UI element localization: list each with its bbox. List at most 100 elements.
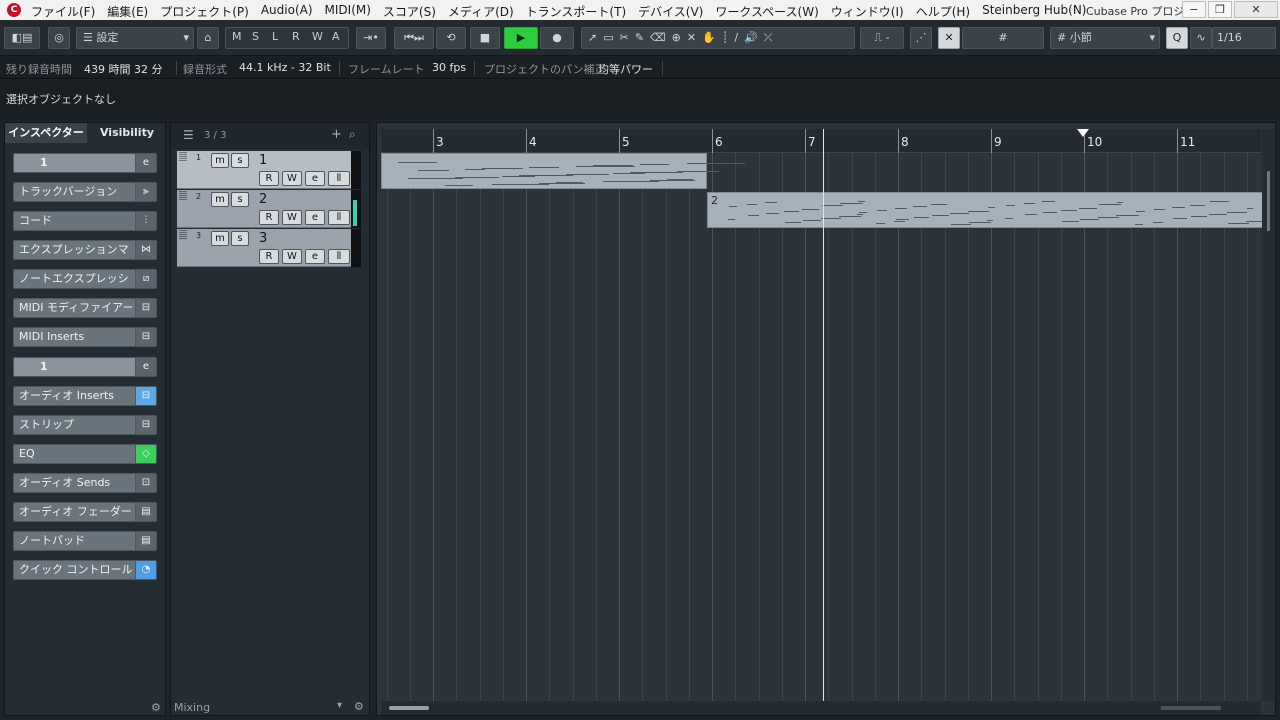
section-toggle-icon[interactable]: ◔ (135, 561, 156, 579)
menu-item-7[interactable]: トランスポート(T) (526, 3, 626, 20)
edit-instrument-button[interactable]: e (305, 171, 325, 186)
midi-part[interactable]: 2 (707, 192, 1269, 228)
inspector-section[interactable]: ノートパッド ▤ (13, 531, 157, 551)
midi-part[interactable] (381, 153, 745, 189)
locate-buttons[interactable]: ⏮⏭ (394, 27, 434, 49)
menu-item-1[interactable]: 編集(E) (107, 3, 148, 20)
write-automation-button[interactable]: W (282, 249, 302, 264)
record-button[interactable]: ● (540, 27, 574, 49)
write-automation-button[interactable]: W (282, 171, 302, 186)
mode-button-4[interactable]: W (312, 30, 323, 43)
inspector-track-name[interactable]: 1 e (13, 153, 157, 173)
auto-scroll-dropdown[interactable]: ⎍ - (860, 27, 904, 49)
write-automation-button[interactable]: W (282, 210, 302, 225)
cubase-logo-icon[interactable]: C (7, 3, 21, 17)
horizontal-scrollbar[interactable] (381, 701, 1261, 715)
inspector-section[interactable]: オーディオ Sends ⊡ (13, 473, 157, 493)
menu-item-8[interactable]: デバイス(V) (638, 3, 703, 20)
inspector-channel-name[interactable]: 1 e (13, 357, 157, 377)
constrain-delay-button[interactable]: ◎ (48, 27, 70, 49)
maximize-button[interactable]: ❐ (1208, 1, 1232, 18)
track-name[interactable]: 2 (259, 192, 267, 207)
scroll-thumb[interactable] (389, 706, 429, 710)
scroll-thumb[interactable] (1267, 171, 1270, 231)
solo-button[interactable]: s (231, 153, 249, 168)
pan-value[interactable]: 均等パワー (598, 61, 653, 77)
read-automation-button[interactable]: R (259, 249, 279, 264)
quantize-button[interactable]: Q (1166, 27, 1188, 49)
section-toggle-icon[interactable]: ⫸ (135, 183, 156, 201)
search-icon[interactable]: ⌕ (349, 127, 356, 142)
section-toggle-icon[interactable]: ◇ (135, 445, 156, 463)
minimize-button[interactable]: − (1182, 1, 1206, 18)
read-automation-button[interactable]: R (259, 171, 279, 186)
track-row[interactable]: 𝄚 2 m s 2 R We ⦀ (177, 190, 361, 228)
menu-item-12[interactable]: Steinberg Hub(N) (982, 3, 1086, 20)
event-display[interactable]: 3 4 5 6 7 8 9 10 11 2 (376, 122, 1276, 716)
menu-item-6[interactable]: メディア(D) (448, 3, 514, 20)
edit-channel-icon[interactable]: e (135, 358, 156, 376)
track-name[interactable]: 3 (259, 231, 267, 246)
mute-button[interactable]: m (211, 231, 229, 246)
menu-item-0[interactable]: ファイル(F) (31, 3, 95, 20)
keyboard-icon[interactable]: ⦀ (328, 210, 350, 225)
inspector-section[interactable]: オーディオ Inserts ⊟ (13, 386, 157, 406)
mode-button-0[interactable]: M (232, 30, 242, 43)
read-automation-button[interactable]: R (259, 210, 279, 225)
inspector-section[interactable]: MIDI Inserts ⊟ (13, 327, 157, 347)
setting-dropdown[interactable]: ☰ 設定 ▾ (76, 27, 194, 49)
tab-visibility[interactable]: Visibility (89, 123, 165, 143)
section-toggle-icon[interactable]: ⊟ (135, 416, 156, 434)
settings-icon[interactable]: ⚙ (151, 701, 161, 714)
menu-item-2[interactable]: プロジェクト(P) (160, 3, 249, 20)
track-row[interactable]: 𝄚 1 m s 1 R We ⦀ (177, 151, 361, 189)
left-locator-icon[interactable] (1077, 129, 1089, 137)
nudge-button[interactable]: ⇥• (356, 27, 386, 49)
section-toggle-icon[interactable]: ⊡ (135, 474, 156, 492)
inspector-section[interactable]: ノートエクスプレッシ ⧄ (13, 269, 157, 289)
window-layout-button[interactable]: ◧▤ (4, 27, 40, 49)
mode-button-3[interactable]: R (292, 30, 300, 43)
tool-palette[interactable]: ➚▭✂✎⌫⊕✕✋┊∕🔊⤫ (581, 27, 855, 49)
chevron-down-icon[interactable]: ▾ (337, 700, 342, 711)
inspector-section[interactable]: コード ⫶ (13, 211, 157, 231)
home-button[interactable]: ⌂ (197, 27, 219, 49)
timeline-ruler[interactable]: 3 4 5 6 7 8 9 10 11 (381, 129, 1261, 153)
inspector-section[interactable]: トラックバージョン ⫸ (13, 182, 157, 202)
menu-item-11[interactable]: ヘルプ(H) (916, 3, 970, 20)
edit-instrument-button[interactable]: e (305, 249, 325, 264)
close-button[interactable]: ✕ (1234, 1, 1278, 18)
snap-toggle[interactable]: ⋰ (910, 27, 932, 49)
inspector-section[interactable]: エクスプレッションマ ⋈ (13, 240, 157, 260)
stop-button[interactable]: ■ (470, 27, 500, 49)
mode-button-2[interactable]: L (272, 30, 278, 43)
section-toggle-icon[interactable]: ⋈ (135, 241, 156, 259)
solo-button[interactable]: s (231, 231, 249, 246)
snap-type-button[interactable]: ✕ (938, 27, 960, 49)
section-toggle-icon[interactable]: ▤ (135, 503, 156, 521)
play-button[interactable]: ▶ (504, 27, 538, 49)
rec-format-value[interactable]: 44.1 kHz - 32 Bit (239, 61, 331, 74)
edit-instrument-button[interactable]: e (305, 210, 325, 225)
inspector-section[interactable]: MIDI モディファイアー ⊟ (13, 298, 157, 318)
project-cursor[interactable] (823, 129, 824, 701)
inspector-section[interactable]: ストリップ ⊟ (13, 415, 157, 435)
mode-button-5[interactable]: A (332, 30, 340, 43)
mode-button-1[interactable]: S (252, 30, 259, 43)
inspector-section[interactable]: クイック コントロール ◔ (13, 560, 157, 580)
quantize-preset-dropdown[interactable]: 1/16 (1212, 27, 1276, 49)
settings-icon[interactable]: ⚙ (354, 700, 364, 713)
iterative-quantize-button[interactable]: ∿ (1190, 27, 1212, 49)
section-toggle-icon[interactable]: ⊟ (135, 387, 156, 405)
solo-button[interactable]: s (231, 192, 249, 207)
mute-button[interactable]: m (211, 192, 229, 207)
track-name[interactable]: 1 (259, 153, 267, 168)
vertical-scrollbar[interactable] (1262, 129, 1274, 701)
keyboard-icon[interactable]: ⦀ (328, 249, 350, 264)
tab-inspector[interactable]: インスペクター (5, 123, 87, 143)
grid-dropdown[interactable]: # 小節 ▾ (1050, 27, 1160, 49)
inspector-section[interactable]: EQ ◇ (13, 444, 157, 464)
edit-instrument-icon[interactable]: e (135, 154, 156, 172)
track-row[interactable]: 𝄚 3 m s 3 R We ⦀ (177, 229, 361, 267)
menu-item-4[interactable]: MIDI(M) (325, 3, 371, 20)
